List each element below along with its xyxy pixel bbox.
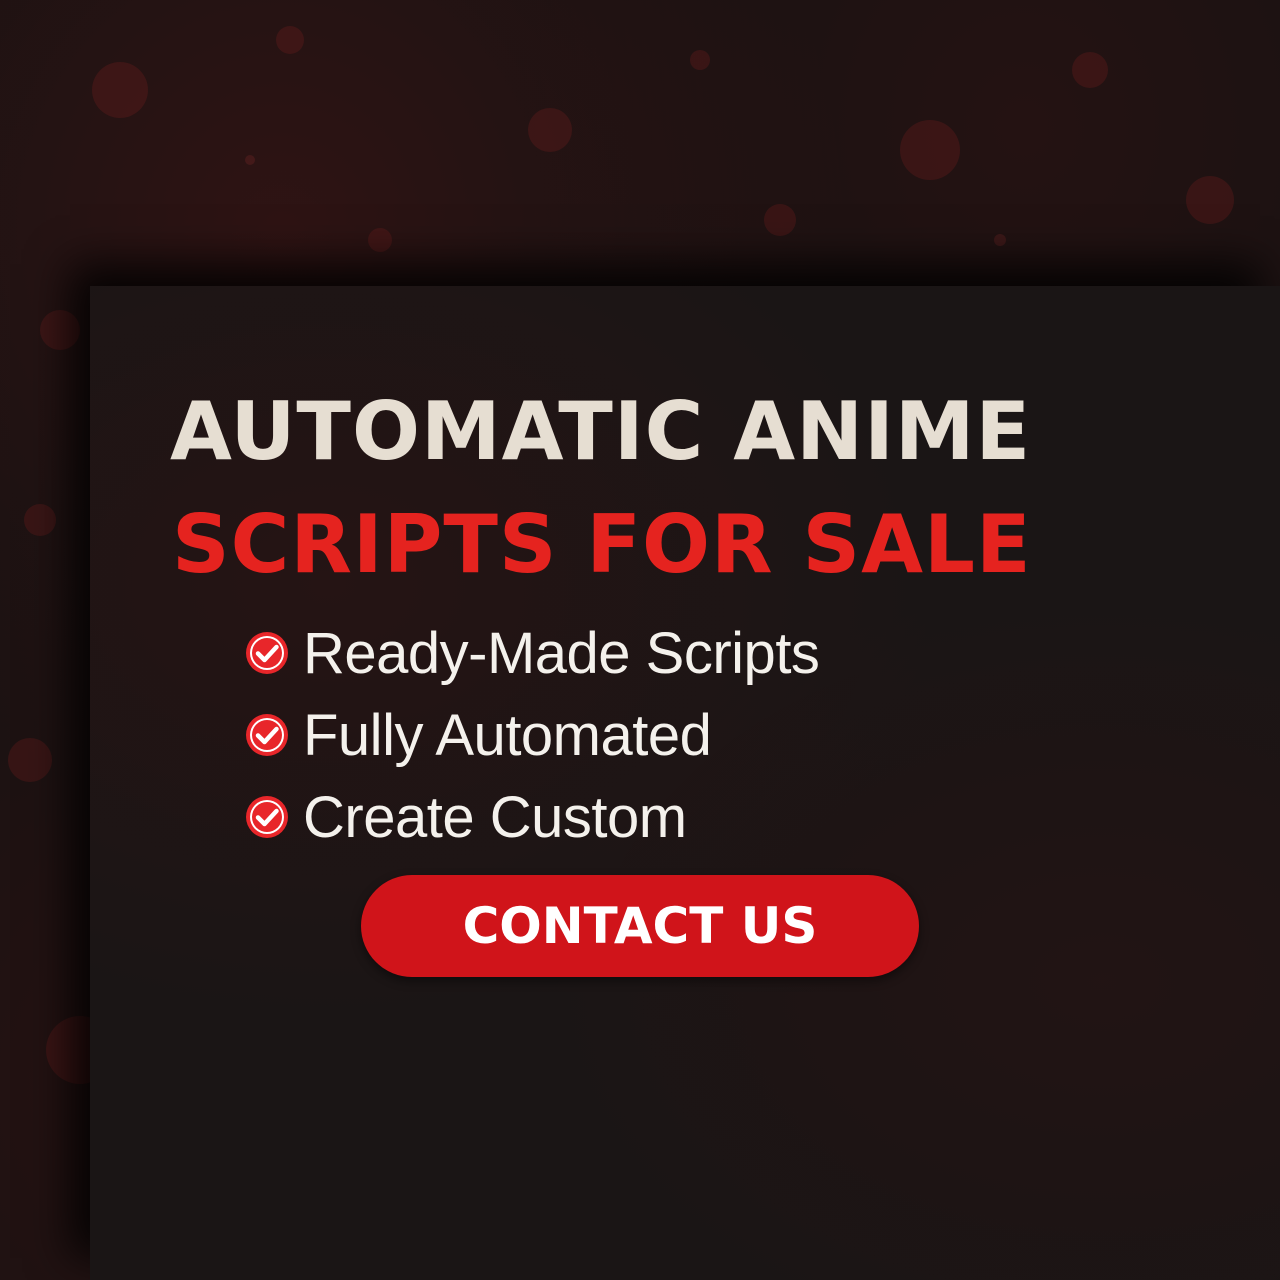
- feature-item: Create Custom: [245, 776, 819, 858]
- headline-line-2: SCRIPTS FOR SALE: [172, 498, 1032, 591]
- contact-us-label: CONTACT US: [462, 897, 818, 955]
- feature-item: Fully Automated: [245, 694, 819, 776]
- check-circle-icon: [246, 632, 288, 674]
- check-circle-icon: [246, 714, 288, 756]
- feature-item: Ready-Made Scripts: [245, 612, 820, 694]
- headline-line-1: AUTOMATIC ANIME: [170, 385, 1032, 478]
- promo-banner: AUTOMATIC ANIME SCRIPTS FOR SALE Ready-M…: [0, 0, 1280, 1280]
- feature-label: Ready-Made Scripts: [303, 620, 820, 686]
- feature-label: Create Custom: [303, 784, 687, 850]
- check-circle-icon: [246, 796, 288, 838]
- contact-us-button[interactable]: CONTACT US: [361, 875, 919, 977]
- feature-label: Fully Automated: [303, 702, 712, 768]
- feature-list: Ready-Made Scripts Fully Automated Creat…: [245, 612, 820, 858]
